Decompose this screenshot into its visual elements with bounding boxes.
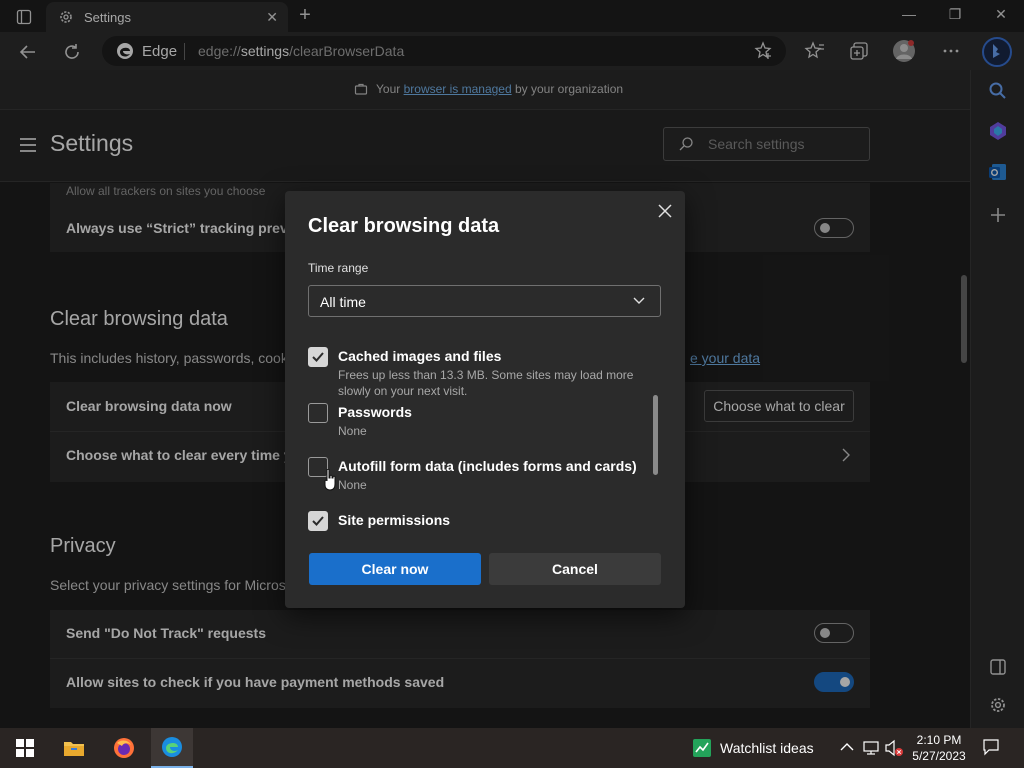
option-sub: None [338,478,367,492]
edge-icon [162,737,182,757]
system-clock[interactable]: 2:10 PM 5/27/2023 [906,732,972,764]
close-icon[interactable] [655,201,675,221]
chevron-down-icon [633,297,645,304]
option-label: Cached images and files [338,348,502,364]
checkbox[interactable] [308,347,328,367]
dialog-title: Clear browsing data [308,215,500,237]
stock-chart-icon [693,739,711,757]
volume-muted-icon[interactable] [884,739,904,757]
checkbox[interactable] [308,403,328,423]
option-label: Site permissions [338,512,451,528]
time-range-select[interactable]: All time [308,285,661,317]
file-explorer-button[interactable] [53,728,95,768]
windows-logo-icon [16,739,34,757]
checkmark-icon [312,516,324,526]
taskbar: Watchlist ideas 2:10 PM 5/27/2023 [0,728,1024,768]
clear-browsing-data-dialog: Clear browsing data Time range All time … [285,191,685,608]
watchlist-widget[interactable]: Watchlist ideas [692,738,814,758]
watchlist-label: Watchlist ideas [720,740,814,756]
mouse-cursor-icon [324,469,336,491]
firefox-button[interactable] [103,728,145,768]
option-label: Passwords [338,404,412,420]
clear-now-button[interactable]: Clear now [309,553,481,585]
chevron-up-icon[interactable] [840,742,854,752]
option-label: Autofill form data (includes forms and c… [338,458,637,474]
folder-icon [64,742,84,756]
checkbox[interactable] [308,511,328,531]
time-range-label: Time range [308,261,369,275]
option-sub: None [338,424,367,438]
edge-taskbar-button[interactable] [151,728,193,768]
dialog-scrollbar[interactable] [653,395,658,475]
firefox-icon [114,738,134,758]
start-button[interactable] [4,728,46,768]
option-sub: Frees up less than 13.3 MB. Some sites m… [338,368,634,398]
clock-time: 2:10 PM [916,733,962,747]
network-icon[interactable] [862,739,880,757]
notification-icon[interactable] [982,738,1000,756]
cancel-button[interactable]: Cancel [489,553,661,585]
checkmark-icon [312,352,324,362]
time-range-value: All time [320,294,366,310]
clock-date: 5/27/2023 [912,749,966,763]
